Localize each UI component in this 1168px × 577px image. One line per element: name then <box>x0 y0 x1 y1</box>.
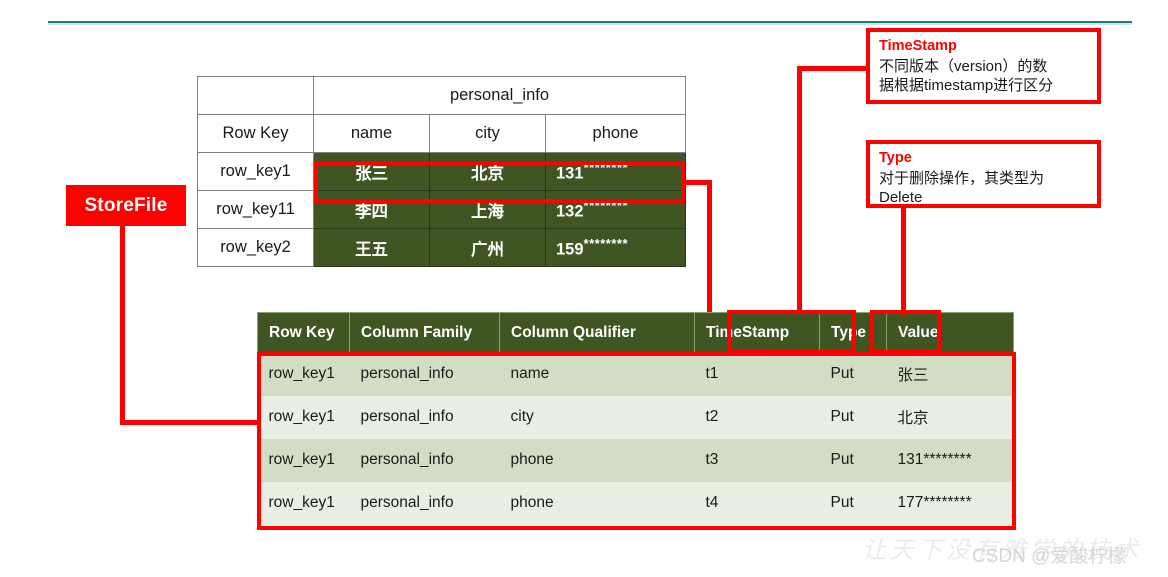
logical-header-city: city <box>429 114 546 153</box>
table-row: row_key2 王五 广州 159******** <box>197 228 686 267</box>
callout-timestamp-line1: 不同版本（version）的数 <box>879 58 1048 75</box>
logical-header-rowkey: Row Key <box>197 114 314 153</box>
timestamp-connector-horizontal <box>797 66 867 71</box>
top-divider-rule-shadow <box>48 23 1132 25</box>
logical-cell-phone: 159******** <box>545 228 686 267</box>
logical-header-name: name <box>313 114 430 153</box>
logical-cell-city: 广州 <box>429 228 546 267</box>
logical-row-connector-vertical <box>707 180 712 312</box>
logical-cell-rowkey: row_key2 <box>197 228 314 267</box>
highlight-box-type-header <box>870 310 941 354</box>
storefile-connector-horizontal <box>120 420 265 425</box>
type-connector-vertical <box>901 205 906 315</box>
highlight-box-timestamp-header <box>727 310 856 354</box>
phone-prefix: 132 <box>556 202 584 221</box>
logical-column-family-header: personal_info <box>313 76 686 115</box>
watermark-csdn: CSDN @爱酸柠檬 <box>972 546 1127 567</box>
callout-type-line2: Delete <box>879 189 923 206</box>
timestamp-connector-vertical <box>797 66 802 314</box>
storefile-label: StoreFile <box>66 185 186 226</box>
logical-cell-rowkey: row_key11 <box>197 190 314 229</box>
logical-header-phone: phone <box>545 114 686 153</box>
callout-timestamp: TimeStamp 不同版本（version）的数 据根据timestamp进行… <box>866 28 1101 104</box>
logical-corner-blank <box>197 76 314 115</box>
phone-prefix: 159 <box>556 240 584 259</box>
keyvalue-header-column-qualifier: Column Qualifier <box>499 312 695 353</box>
keyvalue-header-rowkey: Row Key <box>257 312 350 353</box>
logical-cell-name: 王五 <box>313 228 430 267</box>
logical-cell-rowkey: row_key1 <box>197 152 314 191</box>
callout-timestamp-title: TimeStamp <box>879 38 957 54</box>
callout-type: Type 对于删除操作，其类型为 Delete <box>866 140 1101 208</box>
callout-timestamp-line2: 据根据timestamp进行区分 <box>879 77 1054 94</box>
callout-type-line1: 对于删除操作，其类型为 <box>879 170 1045 187</box>
logical-table-family-row: personal_info <box>197 76 686 115</box>
storefile-connector-vertical <box>120 226 125 425</box>
callout-type-title: Type <box>879 150 912 166</box>
phone-mask: ******** <box>583 235 629 251</box>
highlight-box-logical-row1 <box>314 161 685 203</box>
highlight-box-keyvalue-body <box>257 352 1016 530</box>
storefile-label-text: StoreFile <box>84 194 168 216</box>
logical-table-header-row: Row Key name city phone <box>197 114 686 153</box>
keyvalue-header-column-family: Column Family <box>349 312 500 353</box>
